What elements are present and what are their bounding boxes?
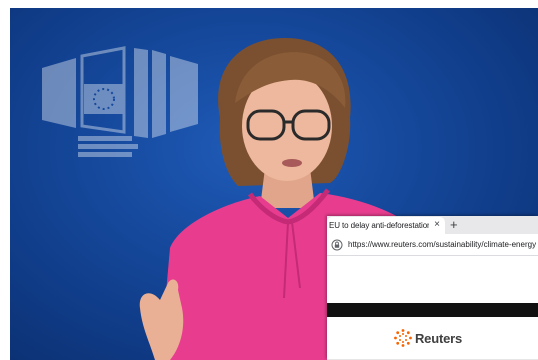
site-header: Reuters	[327, 317, 538, 360]
browser-tab-active[interactable]: EU to delay anti-deforestation la ×	[327, 217, 445, 234]
new-tab-icon[interactable]: +	[450, 217, 458, 232]
page-top-blank	[327, 256, 538, 303]
address-bar[interactable]: https://www.reuters.com/sustainability/c…	[327, 234, 538, 256]
tab-close-icon[interactable]: ×	[434, 219, 440, 231]
tab-strip: EU to delay anti-deforestation la × +	[327, 216, 538, 234]
lock-icon[interactable]	[331, 239, 343, 251]
site-top-bar	[327, 303, 538, 317]
browser-window: EU to delay anti-deforestation la × + ht…	[327, 216, 538, 360]
url-text[interactable]: https://www.reuters.com/sustainability/c…	[348, 240, 536, 249]
tab-title: EU to delay anti-deforestation la	[329, 221, 429, 230]
reuters-logo-icon	[394, 329, 412, 347]
screenshot-canvas: EU to delay anti-deforestation la × + ht…	[0, 0, 538, 360]
reuters-logo[interactable]: Reuters	[393, 328, 462, 348]
reuters-wordmark: Reuters	[414, 330, 462, 346]
